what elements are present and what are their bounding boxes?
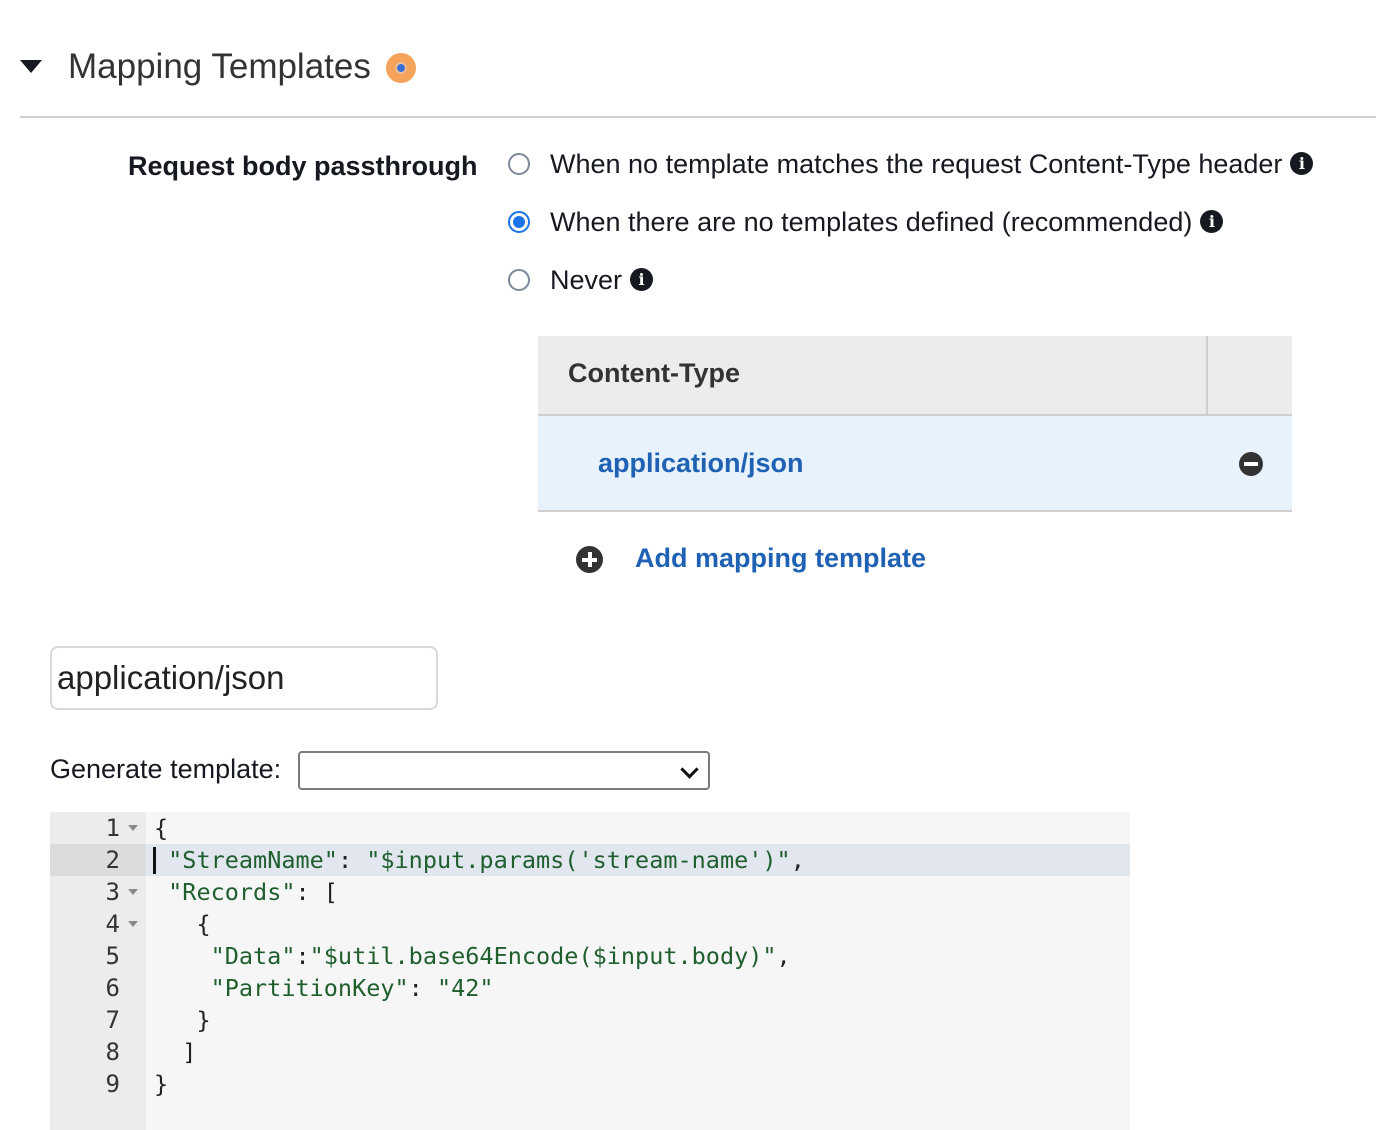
line-number: 5 — [105, 942, 120, 970]
passthrough-option-never[interactable]: Never i — [508, 260, 654, 300]
section-title[interactable]: Mapping Templates — [68, 44, 371, 90]
passthrough-label: Request body passthrough — [128, 151, 478, 181]
code-line[interactable]: { — [154, 908, 210, 940]
content-type-value[interactable]: application/json — [598, 448, 804, 479]
line-number: 8 — [105, 1038, 120, 1066]
passthrough-option-no-templates[interactable]: When there are no templates defined (rec… — [508, 202, 1224, 242]
status-badge-icon — [386, 53, 416, 83]
code-line[interactable]: } — [154, 1004, 210, 1036]
radio-no-templates-label: When there are no templates defined (rec… — [550, 204, 1224, 240]
generate-template-label: Generate template: — [50, 754, 282, 784]
section-divider — [20, 116, 1376, 118]
table-header: Content-Type — [538, 336, 1292, 416]
line-number: 1 — [105, 814, 120, 842]
table-row[interactable]: application/json — [538, 416, 1292, 512]
fold-arrow-icon[interactable] — [128, 825, 138, 831]
info-icon[interactable]: i — [1290, 152, 1314, 176]
code-line[interactable]: "Records": [ — [154, 876, 338, 908]
add-mapping-template-link[interactable]: Add mapping template — [635, 543, 926, 574]
radio-no-templates[interactable] — [508, 211, 530, 233]
content-type-table: Content-Type application/json — [538, 336, 1292, 512]
template-code-editor[interactable]: 1 2 3 4 5 6 7 8 9 { "StreamName": "$inpu… — [50, 812, 1130, 1130]
passthrough-option-no-match[interactable]: When no template matches the request Con… — [508, 144, 1314, 184]
column-divider — [1206, 336, 1208, 414]
line-number: 4 — [105, 910, 120, 938]
line-number: 2 — [105, 846, 120, 874]
line-number: 9 — [105, 1070, 120, 1098]
radio-no-match-label: When no template matches the request Con… — [550, 146, 1314, 182]
info-icon[interactable]: i — [1200, 210, 1224, 234]
chevron-down-icon — [680, 760, 699, 779]
radio-never[interactable] — [508, 269, 530, 291]
info-icon[interactable]: i — [630, 268, 654, 292]
generate-template-select[interactable] — [298, 751, 710, 790]
fold-arrow-icon[interactable] — [128, 921, 138, 927]
line-number: 7 — [105, 1006, 120, 1034]
remove-icon[interactable] — [1239, 452, 1263, 476]
radio-no-match[interactable] — [508, 153, 530, 175]
code-line[interactable]: ] — [154, 1036, 196, 1068]
radio-never-label: Never i — [550, 262, 654, 298]
code-line[interactable]: "PartitionKey": "42" — [154, 972, 494, 1004]
code-line[interactable]: "Data":"$util.base64Encode($input.body)"… — [154, 940, 791, 972]
content-type-input[interactable] — [50, 646, 438, 710]
collapse-caret-icon[interactable] — [20, 60, 42, 73]
code-line[interactable]: "StreamName": "$input.params('stream-nam… — [154, 844, 805, 876]
add-icon[interactable] — [576, 546, 603, 573]
code-line[interactable]: { — [154, 812, 168, 844]
content-type-header: Content-Type — [568, 358, 740, 388]
line-number: 3 — [105, 878, 120, 906]
line-number: 6 — [105, 974, 120, 1002]
code-line[interactable]: } — [154, 1068, 168, 1100]
fold-arrow-icon[interactable] — [128, 889, 138, 895]
